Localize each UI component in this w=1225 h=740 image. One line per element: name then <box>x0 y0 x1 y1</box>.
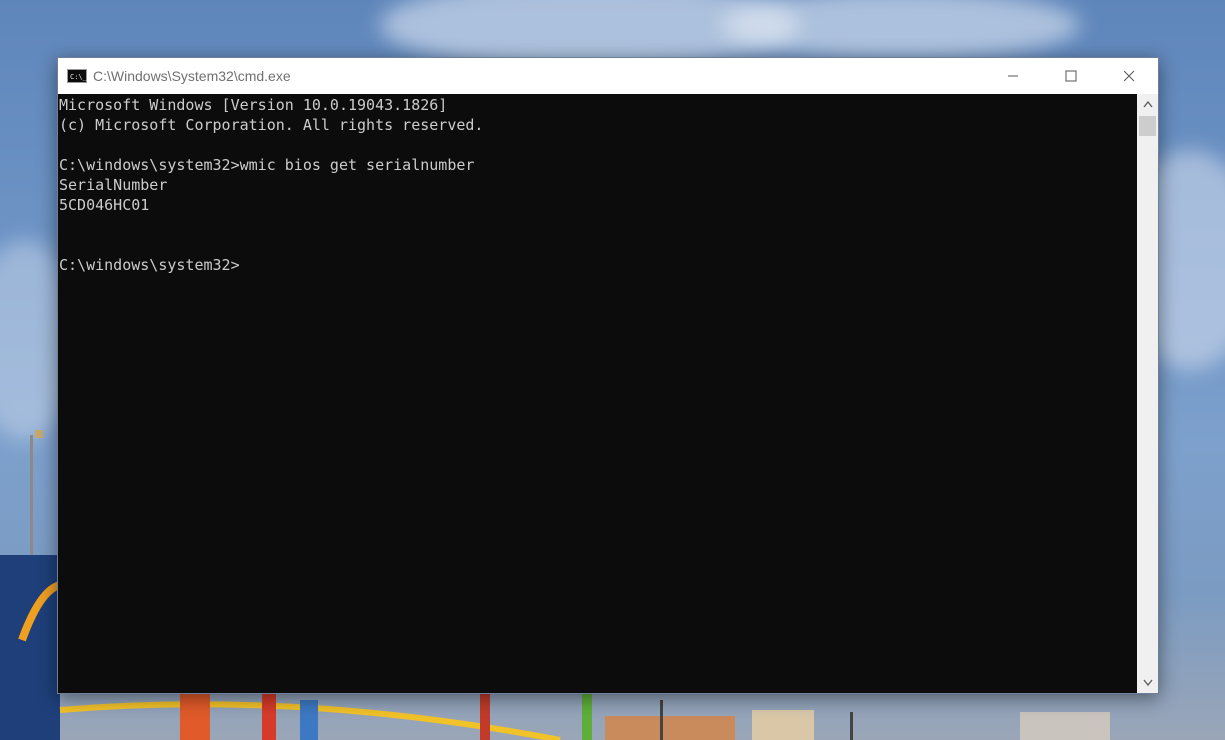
console-command-line: C:\windows\system32>wmic bios get serial… <box>59 156 475 174</box>
console-line: Microsoft Windows [Version 10.0.19043.18… <box>59 96 448 114</box>
scroll-thumb[interactable] <box>1139 116 1156 136</box>
console-line: (c) Microsoft Corporation. All rights re… <box>59 116 484 134</box>
command-prompt-line[interactable]: C:\windows\system32> <box>59 255 240 275</box>
scroll-down-button[interactable] <box>1137 673 1158 693</box>
minimize-button[interactable] <box>984 58 1042 94</box>
console-line: SerialNumber <box>59 176 168 194</box>
chevron-up-icon <box>1142 100 1153 108</box>
command-prompt-icon: C:\_ <box>67 69 87 83</box>
vertical-scrollbar[interactable] <box>1137 94 1158 693</box>
serial-number-value: 5CD046HC01 <box>59 196 150 214</box>
cmd-window[interactable]: C:\_ C:\Windows\System32\cmd.exe Microso… <box>57 57 1159 694</box>
window-title: C:\Windows\System32\cmd.exe <box>93 68 291 84</box>
scroll-up-button[interactable] <box>1137 94 1158 114</box>
caption-buttons <box>984 58 1158 94</box>
title-bar[interactable]: C:\_ C:\Windows\System32\cmd.exe <box>58 58 1158 94</box>
close-icon <box>1123 70 1135 82</box>
maximize-button[interactable] <box>1042 58 1100 94</box>
minimize-icon <box>1008 75 1018 77</box>
chevron-down-icon <box>1142 679 1153 687</box>
console-output[interactable]: Microsoft Windows [Version 10.0.19043.18… <box>58 94 1138 693</box>
maximize-icon <box>1065 70 1077 82</box>
close-button[interactable] <box>1100 58 1158 94</box>
